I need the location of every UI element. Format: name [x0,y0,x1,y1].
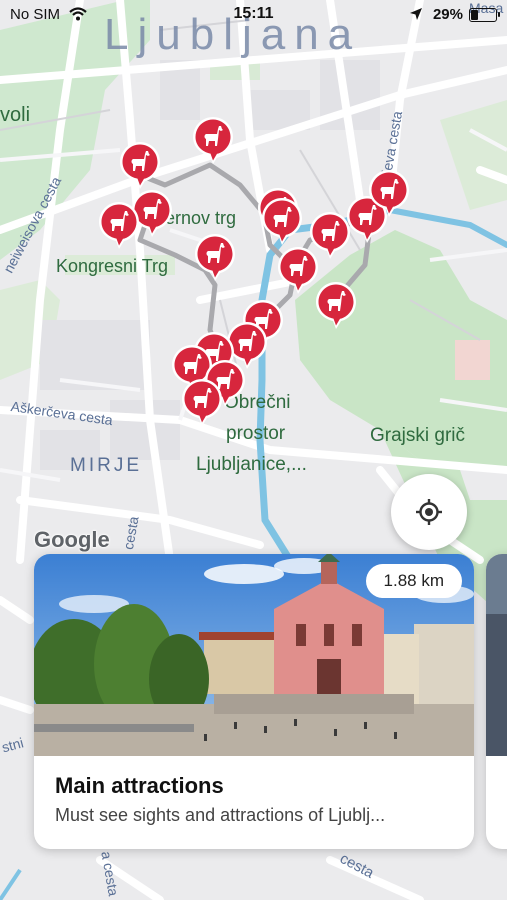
clock: 15:11 [233,5,274,22]
llama-pin[interactable] [260,196,304,246]
next-card-photo [486,554,507,756]
battery-percent: 29% [432,6,463,23]
status-bar: No SIM 15:11 29% [0,0,507,30]
llama-pin[interactable] [193,232,237,282]
locate-me-button[interactable] [391,474,467,550]
park-label-grajski: Grajski grič [370,425,466,446]
distance-badge: 1.88 km [365,564,462,598]
place-label-obrecni-2: prostor [226,423,286,444]
crosshair-icon [416,499,442,525]
place-label-obrecni-3: Ljubljanice,... [196,454,307,475]
google-logo: Google [34,527,110,552]
park-label-tivoli: voli [0,104,31,126]
battery-icon [469,8,500,22]
district-label: MIRJE [70,455,142,476]
next-tour-card[interactable] [486,554,507,849]
card-subtitle: Must see sights and attractions of Ljubl… [55,805,386,825]
llama-pin[interactable] [180,377,224,427]
location-arrow-icon [410,8,422,20]
square-label-presernov: ernov trg [165,208,237,228]
square-label-kongresni: Kongresni Trg [56,256,169,276]
llama-pin[interactable] [97,200,141,250]
tour-card-main-attractions[interactable]: 1.88 km Main attractions Must see sights… [34,554,474,849]
llama-pin[interactable] [367,168,411,218]
llama-pin[interactable] [118,140,162,190]
card-title: Main attractions [55,773,224,798]
llama-pin[interactable] [314,280,358,330]
llama-pin[interactable] [191,115,235,165]
